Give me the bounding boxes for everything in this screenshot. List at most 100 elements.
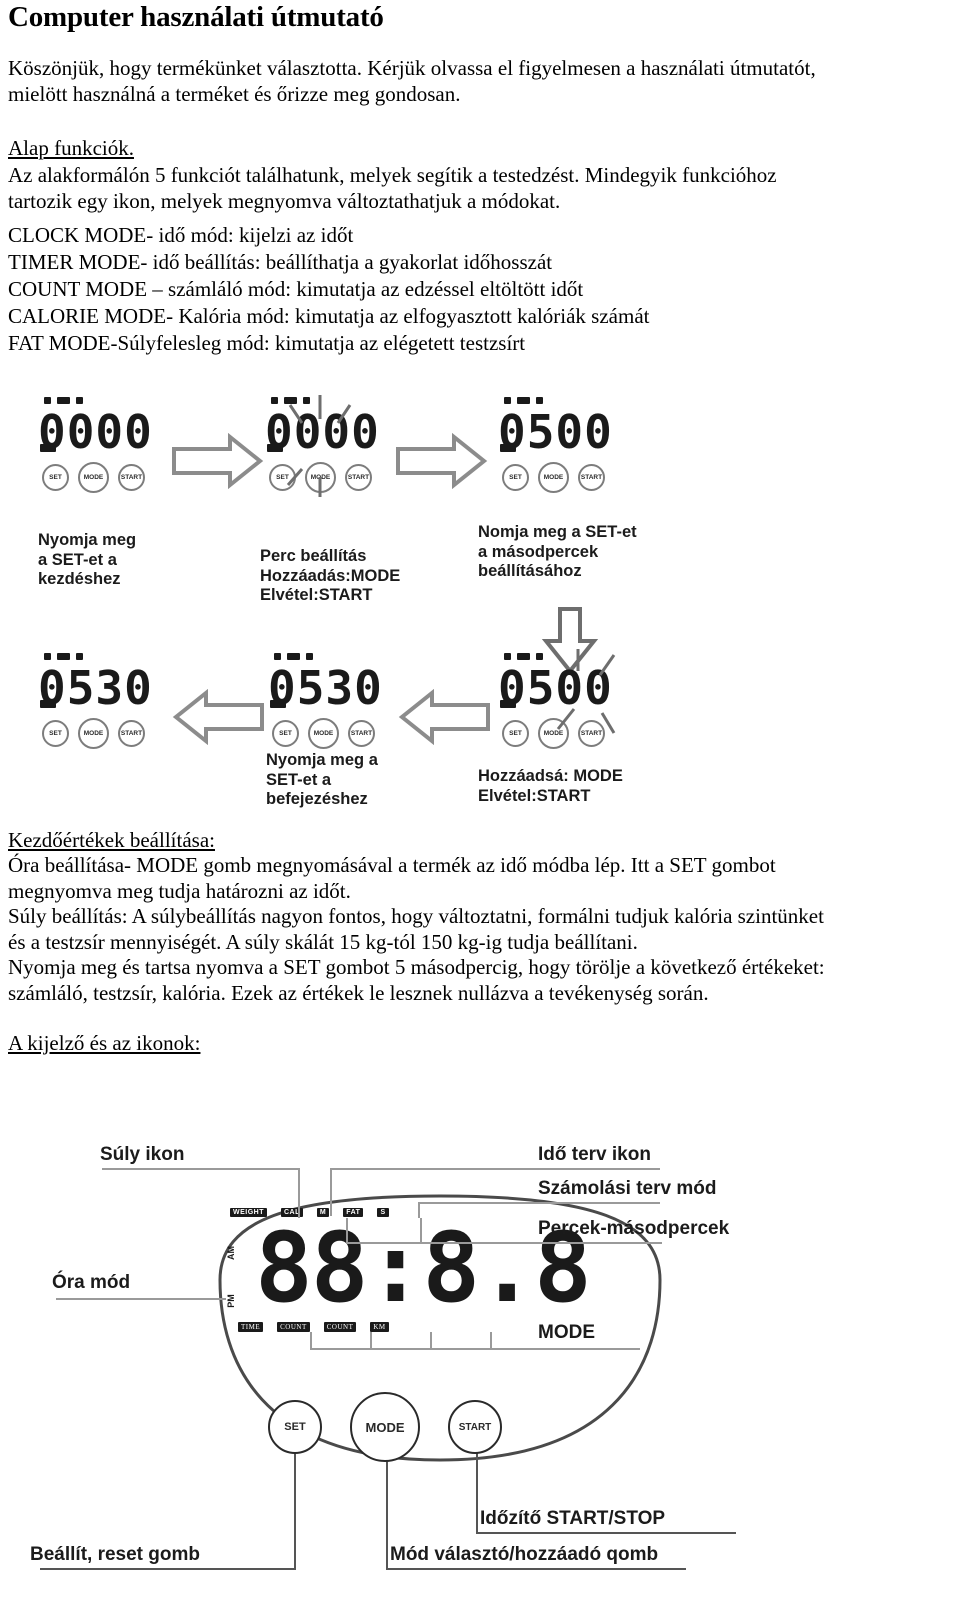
figure-display-and-icons: 88:8.8 WEIGHT CAL M FAT S TIME COUNT COU… [30,1100,930,1600]
button-row-step-3: SET MODE START [502,462,613,493]
km-icon: KM [370,1322,389,1332]
intro-line-1: Köszönjük, hogy termékünket választotta.… [8,56,816,80]
leader-time-plan [330,1168,660,1170]
init-line-5: Nyomja meg és tartsa nyomva a SET gombot… [8,955,825,979]
segment-indicator [40,700,56,708]
page-title: Computer használati útmutató [8,1,384,33]
button-row-step-1: SET MODE START [42,462,153,493]
leader-count-plan [418,1202,660,1204]
set-button[interactable]: SET [268,1400,322,1454]
callout-time-plan-icon: Idő terv ikon [538,1144,651,1165]
flow-caption-5: Nyomja meg a SET-et a befejezéshez [266,751,378,808]
leader-mode-v3 [430,1332,432,1348]
button-row-step-5: SET MODE START [272,718,383,749]
leader-minutes-seconds [346,1242,662,1244]
set-button[interactable]: SET [42,464,69,491]
leader-weight-icon-v [298,1168,300,1218]
figure-timer-setting-flow: 0000 SET MODE START Nyomja meg a SET-et … [20,395,680,815]
segment-indicator [504,397,511,404]
lcd-bottom-indicators-5 [270,669,286,715]
callout-minutes-seconds: Percek-másodpercek [538,1218,730,1239]
lcd-bottom-indicators-1 [40,413,56,459]
mode-button[interactable]: MODE [308,718,339,749]
basic-functions-intro: Az alakformálón 5 funkciót találhatunk, … [8,162,952,214]
init-values-heading: Kezdőértékek beállítása: [8,828,215,852]
callout-mode-select-add: Mód választó/hozzáadó qomb [390,1544,659,1565]
seconds-icon: S [377,1208,389,1217]
flow-step-1: 0000 SET MODE START [38,397,153,493]
mode-button[interactable]: MODE [350,1392,420,1462]
leader-min-left-v [346,1218,348,1242]
mode-item-calorie: CALORIE MODE- Kalória mód: kimutatja az … [8,304,650,328]
segment-indicator [44,653,51,660]
lcd-bottom-indicators-3 [500,413,516,459]
segment-indicator [306,653,313,660]
callout-timer-start-stop: Időzítő START/STOP [480,1508,666,1529]
set-button[interactable]: SET [272,720,299,747]
segment-indicator [500,700,516,708]
leader-mode-v1 [310,1332,312,1348]
leader-count-plan-v [418,1202,420,1218]
leader-clock-mode [56,1298,226,1300]
mode-item-count: COUNT MODE – számláló mód: kimutatja az … [8,277,584,301]
init-values-text: Óra beállítása- MODE gomb megnyomásával … [8,853,954,1006]
basic-functions-line-1: Az alakformálón 5 funkciót találhatunk, … [8,163,777,187]
start-button[interactable]: START [118,464,145,491]
start-button[interactable]: START [118,720,145,747]
segment-indicator [500,444,516,452]
init-line-3: Súly beállítás: A súlybeállítás nagyon f… [8,904,824,928]
mode-button[interactable]: MODE [78,718,109,749]
init-line-6: számláló, testzsír, kalória. Ezek az ért… [8,980,709,1005]
leader-timer-start-stop [476,1532,736,1534]
lcd-display-step-6: 0530 [38,653,153,711]
mode-item-clock: CLOCK MODE- idő mód: kijelzi az időt [8,223,354,247]
mode-item-fat: FAT MODE-Súlyfelesleg mód: kimutatja az … [8,331,526,355]
lcd-display-step-1: 0000 [38,397,153,455]
basic-functions-heading: Alap funkciók. [8,136,134,160]
weight-icon: WEIGHT [230,1208,267,1217]
basic-functions-line-2: tartozik egy ikon, melyek megnyomva vált… [8,189,561,213]
document-page: Computer használati útmutató Köszönjük, … [0,0,960,1608]
flow-step-5: 0530 SET MODE START [268,653,383,749]
start-button[interactable]: START [578,464,605,491]
callout-clock-mode: Óra mód [52,1272,131,1293]
segment-indicator [57,397,70,404]
lcd-top-indicators-5 [274,653,313,660]
lcd-top-indicator-row: WEIGHT CAL M FAT S [230,1208,389,1217]
lcd-bottom-indicators-6 [40,669,56,715]
leader-time-plan-v [330,1168,332,1216]
arrow-right-1 [172,433,264,489]
lcd-display-step-5: 0530 [268,653,383,711]
segment-indicator [287,653,300,660]
callout-weight-icon: Súly ikon [100,1144,185,1165]
leader-weight-icon [102,1168,300,1170]
intro-line-2: mielött használná a terméket és őrizze m… [8,82,461,106]
count2-icon: COUNT [323,1322,357,1332]
segment-indicator [40,444,56,452]
mode-button[interactable]: MODE [538,462,569,493]
blink-rays-step-2 [286,395,352,497]
segment-indicator [76,653,83,660]
flow-caption-4: Hozzáadsá: MODE Elvétel:START [478,767,623,805]
mode-list: CLOCK MODE- idő mód: kijelzi az időt TIM… [8,222,952,357]
am-indicator: AM [226,1246,236,1260]
leader-min-mid-v [420,1218,422,1242]
start-button[interactable]: START [448,1400,502,1454]
callout-mode: MODE [538,1322,595,1343]
set-button[interactable]: SET [502,464,529,491]
set-button[interactable]: SET [42,720,69,747]
start-button[interactable]: START [348,720,375,747]
leader-set-reset-v [294,1452,296,1568]
callout-set-reset: Beállít, reset gomb [30,1544,200,1565]
lcd-top-indicators-6 [44,653,83,660]
leader-mode-v4 [490,1332,492,1348]
segment-indicator [270,700,286,708]
lcd-bottom-indicator-row: TIME COUNT COUNT KM [238,1322,389,1332]
segment-indicator [274,653,281,660]
arrow-right-2 [396,433,488,489]
flow-caption-1: Nyomja meg a SET-et a kezdéshez [38,531,137,588]
flow-caption-3: Nomja meg a SET-et a másodpercek beállít… [478,523,637,580]
segment-indicator [517,397,530,404]
mode-button[interactable]: MODE [78,462,109,493]
leader-mode-v2 [370,1332,372,1348]
